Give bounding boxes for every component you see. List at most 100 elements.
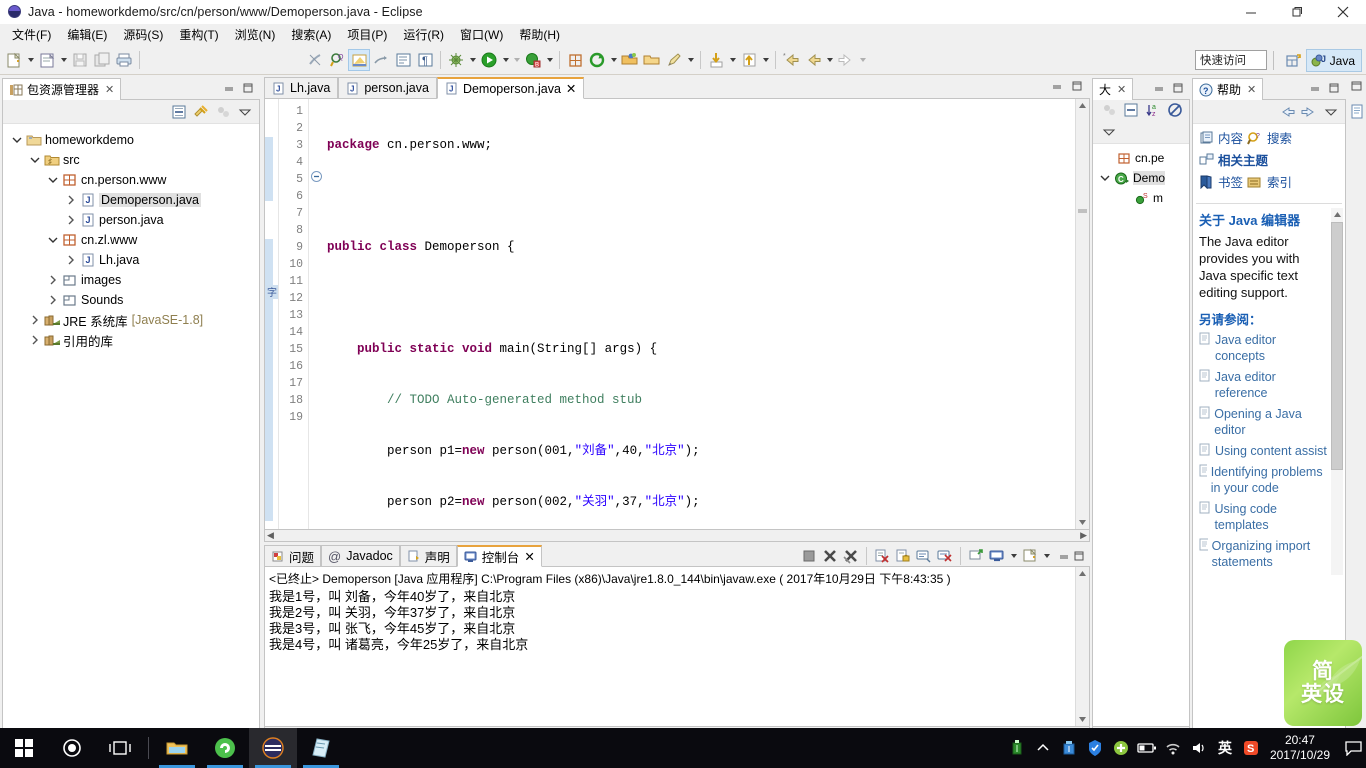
chevron-right-icon[interactable] <box>63 192 79 208</box>
file-explorer-icon[interactable] <box>153 728 201 768</box>
menu-window[interactable]: 窗口(W) <box>452 24 511 45</box>
driver-tool-icon[interactable] <box>1056 728 1082 768</box>
console-vertical-scrollbar[interactable] <box>1075 567 1089 726</box>
tab-javadoc[interactable]: @ Javadoc <box>321 545 400 567</box>
scroll-up-icon[interactable] <box>1076 99 1089 113</box>
previous-annotation-dropdown-icon[interactable] <box>824 49 835 71</box>
code-text-area[interactable]: package cn.person.www; public class Demo… <box>323 99 1089 529</box>
tab-outline[interactable]: 大 ✕ <box>1092 78 1134 100</box>
tree-item-package-cn-person-www[interactable]: cn.person.www <box>3 170 259 190</box>
quick-assist-icon[interactable]: 字 <box>266 285 278 299</box>
annotation-ruler[interactable]: 字 <box>265 99 279 529</box>
task-view-icon[interactable] <box>96 728 144 768</box>
minimize-view-icon[interactable] <box>1057 549 1071 563</box>
menu-edit[interactable]: 编辑(E) <box>59 24 115 45</box>
help-link[interactable]: Using content assist <box>1215 443 1327 459</box>
sort-icon[interactable]: az <box>1143 100 1163 120</box>
tab-package-explorer[interactable]: 包资源管理器 ✕ <box>2 78 122 100</box>
tree-item-referenced-libraries[interactable]: 引用的库 <box>3 330 259 350</box>
new-java-class-dropdown-icon[interactable] <box>58 49 69 71</box>
help-link[interactable]: Java editor concepts <box>1215 332 1329 364</box>
collapse-method-icon[interactable] <box>311 171 322 185</box>
menu-search[interactable]: 搜索(A) <box>283 24 339 45</box>
plus-green-icon[interactable] <box>1108 728 1134 768</box>
tree-item-src[interactable]: ♯ src <box>3 150 259 170</box>
maximize-view-icon[interactable] <box>1327 81 1341 95</box>
help-see-also-item[interactable]: Java editor reference <box>1193 369 1345 406</box>
menu-project[interactable]: 项目(P) <box>339 24 395 45</box>
help-link[interactable]: Organizing import statements <box>1212 538 1329 570</box>
import-dropdown-icon[interactable] <box>727 49 738 71</box>
help-link[interactable]: Opening a Java editor <box>1214 406 1329 438</box>
help-link-contents[interactable]: 内容 <box>1218 128 1243 147</box>
display-selected-console-icon[interactable] <box>987 546 1007 566</box>
action-center-icon[interactable] <box>1340 728 1366 768</box>
menu-refactor[interactable]: 重构(T) <box>171 24 226 45</box>
help-see-also-item[interactable]: Identifying problems in your code <box>1193 464 1345 501</box>
folding-ruler[interactable] <box>309 99 323 529</box>
chevron-right-icon[interactable] <box>27 332 43 348</box>
chevron-down-icon[interactable] <box>45 232 61 248</box>
tree-item-images[interactable]: images <box>3 270 259 290</box>
close-view-icon[interactable]: ✕ <box>1247 83 1256 96</box>
tree-item-package-cn-zl-www[interactable]: cn.zl.www <box>3 230 259 250</box>
remove-launch-icon[interactable] <box>820 546 840 566</box>
scroll-down-icon[interactable] <box>1076 515 1089 529</box>
editor-tab-demoperson-java[interactable]: J Demoperson.java ✕ <box>436 77 585 99</box>
help-see-also-item[interactable]: Using content assist <box>1193 443 1345 464</box>
maximize-view-icon[interactable] <box>1072 549 1086 563</box>
new-wizard-icon[interactable] <box>3 49 25 71</box>
open-console-icon[interactable] <box>1020 546 1040 566</box>
back-to-icon[interactable]: * <box>780 49 802 71</box>
display-selected-console-menu-icon[interactable] <box>1008 545 1019 567</box>
close-icon[interactable] <box>1320 0 1366 24</box>
show-console-on-output-icon[interactable] <box>914 546 934 566</box>
next-annotation-icon[interactable] <box>835 49 857 71</box>
taskbar-clock[interactable]: 20:47 2017/10/29 <box>1264 733 1340 763</box>
run-dropdown-icon[interactable] <box>500 49 511 71</box>
next-annotation-dropdown-icon[interactable] <box>857 49 868 71</box>
tree-item-demoperson-java[interactable]: J Demoperson.java <box>3 190 259 210</box>
help-link[interactable]: Using code templates <box>1214 501 1329 533</box>
windows-start-icon[interactable] <box>0 728 48 768</box>
new-package-icon[interactable] <box>564 49 586 71</box>
maximize-view-icon[interactable] <box>1171 81 1185 95</box>
show-whitespace-icon[interactable]: ¶ <box>414 49 436 71</box>
open-type-icon[interactable] <box>619 49 641 71</box>
minimize-view-icon[interactable] <box>222 81 236 95</box>
run-icon[interactable] <box>478 49 500 71</box>
editor-vertical-scrollbar[interactable] <box>1075 99 1089 529</box>
menu-run[interactable]: 运行(R) <box>395 24 452 45</box>
external-tools-dropdown-icon[interactable] <box>544 49 555 71</box>
tree-item-jre-system-library[interactable]: JRE 系统库 [JavaSE-1.8] <box>3 310 259 330</box>
scroll-up-icon[interactable] <box>1076 567 1089 581</box>
close-icon[interactable]: ✕ <box>524 549 534 564</box>
menu-source[interactable]: 源码(S) <box>115 24 171 45</box>
help-view-icon[interactable] <box>1350 104 1364 122</box>
link-with-editor-icon[interactable] <box>191 102 211 122</box>
scroll-left-icon[interactable]: ◀ <box>267 530 274 541</box>
battery-icon[interactable] <box>1134 728 1160 768</box>
print-icon[interactable] <box>113 49 135 71</box>
toggle-mark-occurrences-icon[interactable] <box>304 49 326 71</box>
tencent-shield-icon[interactable] <box>1082 728 1108 768</box>
debug-icon[interactable] <box>445 49 467 71</box>
chevron-right-icon[interactable] <box>45 292 61 308</box>
cortana-search-icon[interactable] <box>48 728 96 768</box>
close-view-icon[interactable]: ✕ <box>1117 83 1126 96</box>
scrollbar-track[interactable] <box>1076 113 1089 515</box>
new-wizard-dropdown-icon[interactable] <box>25 49 36 71</box>
menu-file[interactable]: 文件(F) <box>4 24 59 45</box>
chevron-right-icon[interactable] <box>45 272 61 288</box>
minimize-icon[interactable] <box>1228 0 1274 24</box>
hide-non-public-icon[interactable] <box>1165 100 1185 120</box>
perspective-java-button[interactable]: J Java <box>1305 49 1362 72</box>
chevron-down-icon[interactable] <box>1097 170 1113 186</box>
restore-view-icon[interactable] <box>1350 79 1364 96</box>
help-topic-pane[interactable]: 关于 Java 编辑器 The Java editor provides you… <box>1193 208 1345 575</box>
help-see-also-item[interactable]: Organizing import statements <box>1193 538 1345 575</box>
view-menu-icon[interactable] <box>1321 102 1341 122</box>
help-see-also-item[interactable]: Java editor concepts <box>1193 332 1345 369</box>
ime-chinese-icon[interactable]: 英 <box>1212 728 1238 768</box>
outline-item-method[interactable]: S m <box>1093 188 1189 208</box>
